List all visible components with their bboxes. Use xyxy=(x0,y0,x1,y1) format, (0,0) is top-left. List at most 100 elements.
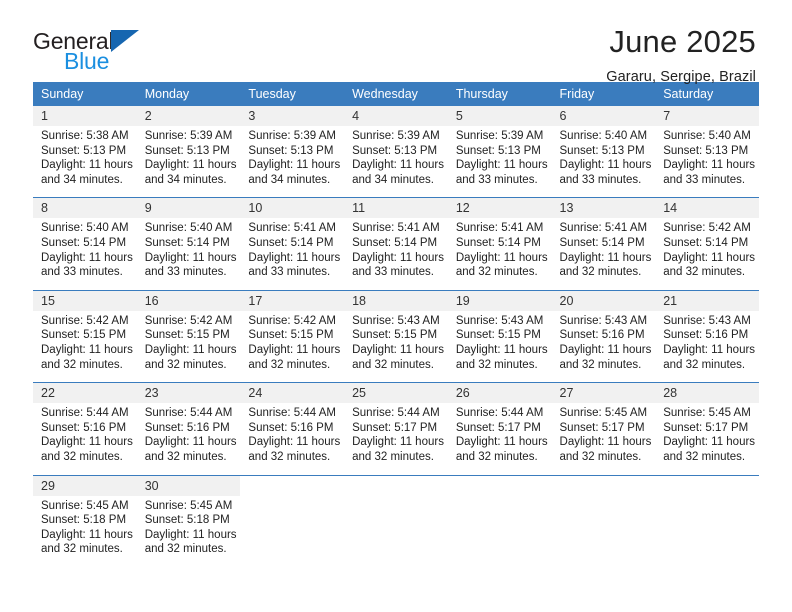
day-cell-empty-4 xyxy=(551,474,656,496)
daylight-text-line2: and 32 minutes. xyxy=(352,450,434,463)
sunrise-text: Sunrise: 5:43 AM xyxy=(559,314,648,327)
sunset-text: Sunset: 5:14 PM xyxy=(144,236,230,249)
daylight-text-line1: Daylight: 11 hours xyxy=(144,251,237,264)
day-cell-8[interactable]: 8 xyxy=(33,197,137,219)
day-info-7: Sunrise: 5:40 AM Sunset: 5:13 PM Dayligh… xyxy=(655,126,759,198)
daylight-text-line1: Daylight: 11 hours xyxy=(663,436,756,449)
day-cell-16[interactable]: 16 xyxy=(136,289,241,311)
day-cell-19[interactable]: 19 xyxy=(447,289,552,311)
daylight-text-line1: Daylight: 11 hours xyxy=(455,436,548,449)
daylight-text-line2: and 34 minutes. xyxy=(352,173,434,186)
day-cell-22[interactable]: 22 xyxy=(33,382,137,404)
sunrise-text: Sunrise: 5:41 AM xyxy=(455,222,544,235)
daylight-text-line1: Daylight: 11 hours xyxy=(248,343,341,356)
daylight-text-line2: and 33 minutes. xyxy=(455,173,538,186)
daylight-text-line1: Daylight: 11 hours xyxy=(41,436,133,449)
day-info-22: Sunrise: 5:44 AM Sunset: 5:16 PM Dayligh… xyxy=(33,403,137,475)
day-cell-15[interactable]: 15 xyxy=(33,289,137,311)
weekday-header-monday: Monday xyxy=(136,82,241,106)
day-cell-6[interactable]: 6 xyxy=(551,106,656,126)
sunset-text: Sunset: 5:18 PM xyxy=(144,514,230,527)
day-cell-7[interactable]: 7 xyxy=(655,106,759,126)
sunrise-text: Sunrise: 5:43 AM xyxy=(455,314,544,327)
daylight-text-line2: and 32 minutes. xyxy=(663,450,746,463)
daylight-text-line1: Daylight: 11 hours xyxy=(663,343,756,356)
day-info-5: Sunrise: 5:39 AM Sunset: 5:13 PM Dayligh… xyxy=(447,126,552,198)
day-info-4: Sunrise: 5:39 AM Sunset: 5:13 PM Dayligh… xyxy=(344,126,448,198)
sunrise-text: Sunrise: 5:42 AM xyxy=(41,314,129,327)
sunrise-text: Sunrise: 5:44 AM xyxy=(455,407,544,420)
calendar-page: General Blue June 2025 Gararu, Sergipe, … xyxy=(0,0,792,612)
day-info-12: Sunrise: 5:41 AM Sunset: 5:14 PM Dayligh… xyxy=(447,218,552,291)
sunrise-text: Sunrise: 5:45 AM xyxy=(663,407,751,420)
sunset-text: Sunset: 5:17 PM xyxy=(455,421,541,434)
day-cell-18[interactable]: 18 xyxy=(344,289,448,311)
daylight-text-line1: Daylight: 11 hours xyxy=(144,343,237,356)
daylight-text-line2: and 33 minutes. xyxy=(352,266,434,279)
daylight-text-line2: and 32 minutes. xyxy=(559,358,642,371)
day-info-14: Sunrise: 5:42 AM Sunset: 5:14 PM Dayligh… xyxy=(655,218,759,291)
daylight-text-line1: Daylight: 11 hours xyxy=(41,159,133,172)
day-cell-4[interactable]: 4 xyxy=(344,106,448,126)
day-cell-26[interactable]: 26 xyxy=(447,382,552,404)
daylight-text-line1: Daylight: 11 hours xyxy=(144,436,237,449)
weekday-header-wednesday: Wednesday xyxy=(344,82,448,106)
day-cell-24[interactable]: 24 xyxy=(240,382,345,404)
calendar-container: Sunday Monday Tuesday Wednesday Thursday… xyxy=(0,82,792,567)
day-cell-17[interactable]: 17 xyxy=(240,289,345,311)
daylight-text-line2: and 32 minutes. xyxy=(559,266,642,279)
daylight-text-line1: Daylight: 11 hours xyxy=(352,343,444,356)
daylight-text-line2: and 33 minutes. xyxy=(248,266,331,279)
daylight-text-line2: and 33 minutes. xyxy=(144,266,227,279)
daylight-text-line2: and 32 minutes. xyxy=(144,358,227,371)
daylight-text-line1: Daylight: 11 hours xyxy=(559,436,652,449)
daylight-text-line1: Daylight: 11 hours xyxy=(455,251,548,264)
daylight-text-line1: Daylight: 11 hours xyxy=(559,343,652,356)
day-info-empty-5 xyxy=(655,495,759,567)
week-4-info-row: Sunrise: 5:44 AM Sunset: 5:16 PM Dayligh… xyxy=(33,403,759,475)
daylight-text-line2: and 32 minutes. xyxy=(41,358,123,371)
day-cell-29[interactable]: 29 xyxy=(33,474,137,496)
day-cell-12[interactable]: 12 xyxy=(447,197,552,219)
sunrise-text: Sunrise: 5:43 AM xyxy=(352,314,440,327)
daylight-text-line2: and 32 minutes. xyxy=(455,450,538,463)
day-cell-3[interactable]: 3 xyxy=(240,106,345,126)
day-cell-13[interactable]: 13 xyxy=(551,197,656,219)
day-cell-21[interactable]: 21 xyxy=(655,289,759,311)
logo-triangle-icon xyxy=(111,30,140,52)
sunset-text: Sunset: 5:14 PM xyxy=(352,236,438,249)
day-cell-1[interactable]: 1 xyxy=(33,106,137,126)
day-info-28: Sunrise: 5:45 AM Sunset: 5:17 PM Dayligh… xyxy=(655,403,759,475)
daylight-text-line1: Daylight: 11 hours xyxy=(352,159,444,172)
weekday-header-tuesday: Tuesday xyxy=(240,82,345,106)
daylight-text-line2: and 32 minutes. xyxy=(663,358,746,371)
weekday-header-friday: Friday xyxy=(551,82,656,106)
day-cell-25[interactable]: 25 xyxy=(344,382,448,404)
day-cell-27[interactable]: 27 xyxy=(551,382,656,404)
day-cell-20[interactable]: 20 xyxy=(551,289,656,311)
sunset-text: Sunset: 5:15 PM xyxy=(248,329,334,342)
calendar-table: Sunday Monday Tuesday Wednesday Thursday… xyxy=(33,82,759,567)
sunrise-text: Sunrise: 5:43 AM xyxy=(663,314,751,327)
day-info-6: Sunrise: 5:40 AM Sunset: 5:13 PM Dayligh… xyxy=(551,126,656,198)
week-3-info-row: Sunrise: 5:42 AM Sunset: 5:15 PM Dayligh… xyxy=(33,310,759,383)
day-cell-5[interactable]: 5 xyxy=(447,106,552,126)
day-cell-9[interactable]: 9 xyxy=(136,197,241,219)
daylight-text-line2: and 32 minutes. xyxy=(559,450,642,463)
day-cell-11[interactable]: 11 xyxy=(344,197,448,219)
weekday-header-row: Sunday Monday Tuesday Wednesday Thursday… xyxy=(33,82,759,106)
daylight-text-line2: and 32 minutes. xyxy=(144,450,227,463)
daylight-text-line1: Daylight: 11 hours xyxy=(248,251,341,264)
day-cell-10[interactable]: 10 xyxy=(240,197,345,219)
day-cell-30[interactable]: 30 xyxy=(136,474,241,496)
week-2-info-row: Sunrise: 5:40 AM Sunset: 5:14 PM Dayligh… xyxy=(33,218,759,291)
sunset-text: Sunset: 5:14 PM xyxy=(663,236,749,249)
day-cell-2[interactable]: 2 xyxy=(136,106,241,126)
day-cell-28[interactable]: 28 xyxy=(655,382,759,404)
day-cell-23[interactable]: 23 xyxy=(136,382,241,404)
sunset-text: Sunset: 5:16 PM xyxy=(248,421,334,434)
daylight-text-line1: Daylight: 11 hours xyxy=(455,343,548,356)
daylight-text-line1: Daylight: 11 hours xyxy=(41,343,133,356)
generalblue-logo[interactable]: General Blue xyxy=(33,26,143,73)
day-cell-14[interactable]: 14 xyxy=(655,197,759,219)
